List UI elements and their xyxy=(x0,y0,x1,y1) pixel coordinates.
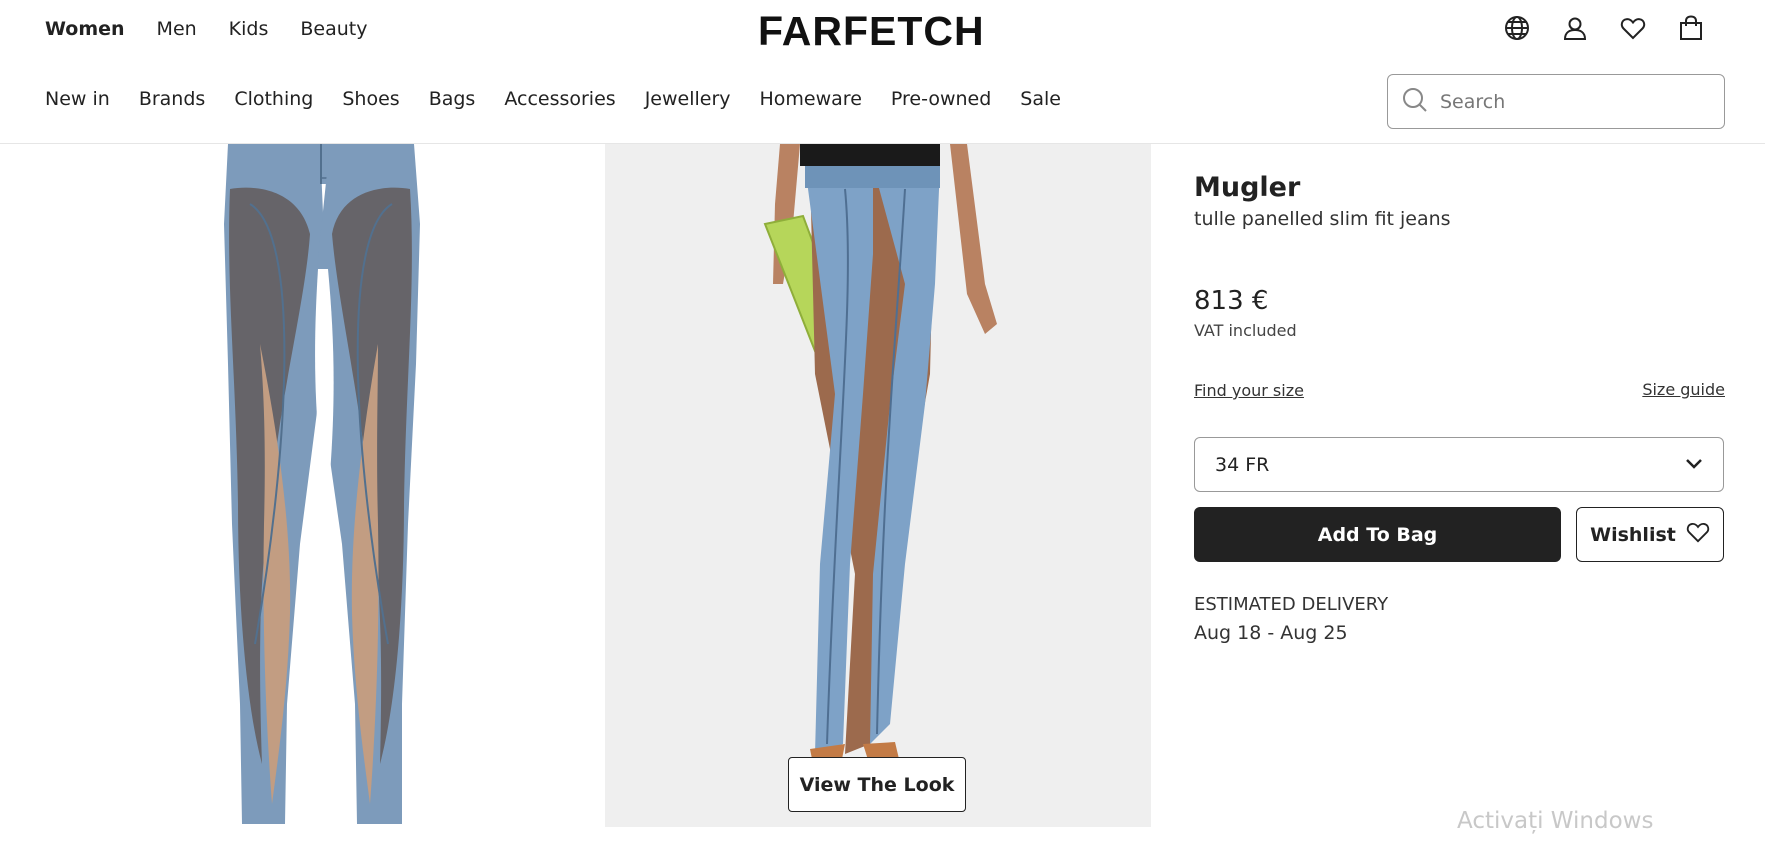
account-icon[interactable] xyxy=(1561,14,1589,42)
product-brand[interactable]: Mugler xyxy=(1194,172,1300,203)
cat-jewellery[interactable]: Jewellery xyxy=(645,88,731,110)
size-guide-link[interactable]: Size guide xyxy=(1642,380,1725,399)
search-box[interactable] xyxy=(1387,74,1725,129)
size-select-value: 34 FR xyxy=(1215,453,1270,476)
vat-note: VAT included xyxy=(1194,321,1297,340)
dept-beauty[interactable]: Beauty xyxy=(300,18,367,40)
dept-men[interactable]: Men xyxy=(157,18,197,40)
department-nav: Women Men Kids Beauty xyxy=(45,18,367,40)
cat-bags[interactable]: Bags xyxy=(429,88,476,110)
farfetch-logo[interactable]: FARFETCH xyxy=(758,8,985,55)
product-image-front[interactable] xyxy=(0,144,605,827)
wishlist-label: Wishlist xyxy=(1590,523,1676,546)
view-the-look-button[interactable]: View The Look xyxy=(788,757,966,812)
cat-brands[interactable]: Brands xyxy=(139,88,206,110)
cat-accessories[interactable]: Accessories xyxy=(504,88,615,110)
heart-icon xyxy=(1686,521,1710,548)
top-bar: Women Men Kids Beauty FARFETCH xyxy=(0,0,1765,62)
header-icons xyxy=(1503,14,1705,42)
search-input[interactable] xyxy=(1440,90,1710,113)
add-to-bag-label: Add To Bag xyxy=(1317,523,1438,546)
shopping-bag-icon[interactable] xyxy=(1677,14,1705,42)
wishlist-button[interactable]: Wishlist xyxy=(1576,507,1724,562)
product-image-model[interactable] xyxy=(605,144,1151,827)
find-your-size-link[interactable]: Find your size xyxy=(1194,381,1304,400)
cat-sale[interactable]: Sale xyxy=(1020,88,1061,110)
chevron-down-icon xyxy=(1685,455,1703,474)
cat-shoes[interactable]: Shoes xyxy=(342,88,399,110)
windows-activation-watermark: Activați Windows xyxy=(1457,808,1654,834)
category-nav: New in Brands Clothing Shoes Bags Access… xyxy=(45,88,1061,110)
estimated-delivery-label: ESTIMATED DELIVERY xyxy=(1194,594,1389,615)
estimated-delivery-dates: Aug 18 - Aug 25 xyxy=(1194,622,1348,644)
globe-icon[interactable] xyxy=(1503,14,1531,42)
cat-clothing[interactable]: Clothing xyxy=(234,88,313,110)
product-price: 813 € xyxy=(1194,286,1269,316)
wishlist-heart-icon[interactable] xyxy=(1619,14,1647,42)
dept-women[interactable]: Women xyxy=(45,18,125,40)
cat-new-in[interactable]: New in xyxy=(45,88,110,110)
dept-kids[interactable]: Kids xyxy=(229,18,269,40)
cat-pre-owned[interactable]: Pre-owned xyxy=(891,88,991,110)
size-select[interactable]: 34 FR xyxy=(1194,437,1724,492)
search-icon xyxy=(1402,87,1428,117)
cat-homeware[interactable]: Homeware xyxy=(760,88,862,110)
product-name: tulle panelled slim fit jeans xyxy=(1194,208,1451,230)
add-to-bag-button[interactable]: Add To Bag xyxy=(1194,507,1561,562)
